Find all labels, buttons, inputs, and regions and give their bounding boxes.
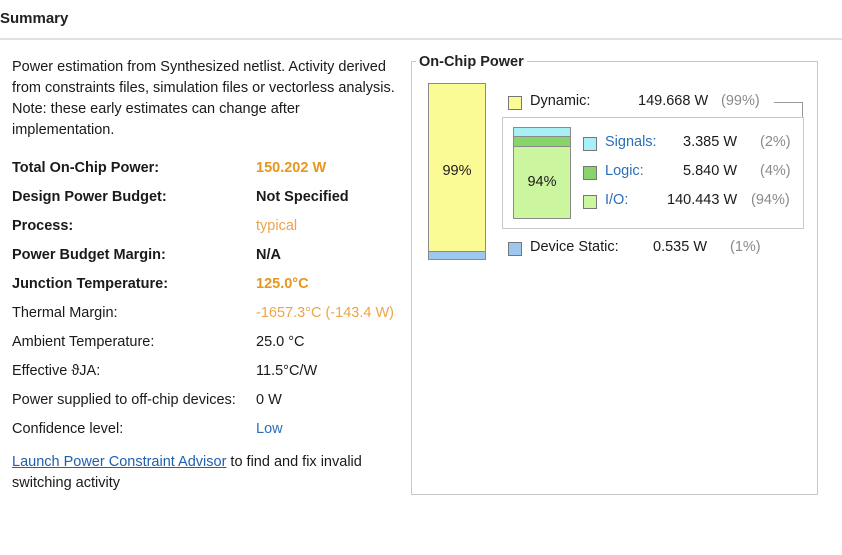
logic-swatch bbox=[583, 166, 597, 180]
launch-advisor-link[interactable]: Launch Power Constraint Advisor bbox=[12, 454, 226, 470]
row-label: Ambient Temperature: bbox=[12, 334, 155, 350]
logic-value: 5.840 W bbox=[683, 163, 737, 179]
static-power-bar bbox=[428, 251, 486, 260]
device-static-value: 0.535 W bbox=[653, 239, 707, 255]
row-label: Power supplied to off-chip devices: bbox=[12, 392, 236, 408]
io-value: 140.443 W bbox=[667, 192, 738, 208]
logic-segment bbox=[514, 137, 570, 147]
signals-value: 3.385 W bbox=[683, 134, 737, 150]
row-label: Confidence level: bbox=[12, 421, 124, 437]
io-pct: (94%) bbox=[751, 192, 790, 208]
logic-pct: (4%) bbox=[760, 163, 791, 179]
legend-logic[interactable]: Logic: 5.840 W (4%) bbox=[583, 163, 798, 183]
intro-text: Power estimation from Synthesized netlis… bbox=[12, 59, 395, 138]
dynamic-breakdown-bar: 94% bbox=[513, 127, 571, 219]
signals-swatch bbox=[583, 137, 597, 151]
confidence-level-link[interactable]: Low bbox=[256, 421, 283, 437]
dynamic-power-bar: 99% bbox=[428, 83, 486, 260]
dynamic-swatch bbox=[508, 96, 522, 110]
on-chip-power-panel: On-Chip Power 99% Dynamic: 149.668 W (99… bbox=[411, 54, 818, 495]
row-label: Effective ϑJA: bbox=[12, 363, 101, 379]
row-label: Design Power Budget: bbox=[12, 189, 167, 205]
total-power-value: 150.202 W bbox=[256, 160, 327, 176]
legend-signals[interactable]: Signals: 3.385 W (2%) bbox=[583, 134, 798, 154]
advisor-text: Launch Power Constraint Advisor to find … bbox=[12, 452, 372, 494]
on-chip-power-title: On-Chip Power bbox=[416, 54, 527, 70]
row-label: Total On-Chip Power: bbox=[12, 160, 160, 176]
device-static-swatch bbox=[508, 242, 522, 256]
device-static-pct: (1%) bbox=[730, 239, 761, 255]
io-label[interactable]: I/O: bbox=[605, 192, 628, 208]
summary-title: Summary bbox=[0, 10, 69, 27]
inner-bar-percent: 94% bbox=[527, 174, 557, 190]
io-swatch bbox=[583, 195, 597, 209]
row-label: Junction Temperature: bbox=[12, 276, 169, 292]
process-value: typical bbox=[256, 218, 298, 234]
dynamic-pct: (99%) bbox=[721, 93, 760, 109]
effective-theta-value: 11.5°C/W bbox=[256, 363, 318, 379]
row-label: Power Budget Margin: bbox=[12, 247, 166, 263]
logic-label[interactable]: Logic: bbox=[605, 163, 644, 179]
dynamic-label: Dynamic: bbox=[530, 93, 591, 109]
summary-header: Summary bbox=[0, 0, 842, 40]
connector-line bbox=[774, 102, 802, 103]
main-bar-percent: 99% bbox=[442, 163, 472, 179]
dynamic-value: 149.668 W bbox=[638, 93, 709, 109]
dynamic-breakdown-box: 94% Signals: 3.385 W (2%) Logic: 5.840 W… bbox=[502, 117, 804, 229]
ambient-temp-value: 25.0 °C bbox=[256, 334, 305, 350]
signals-pct: (2%) bbox=[760, 134, 791, 150]
row-label: Thermal Margin: bbox=[12, 305, 118, 321]
off-chip-value: 0 W bbox=[256, 392, 282, 408]
legend-device-static: Device Static: 0.535 W (1%) bbox=[508, 239, 808, 259]
device-static-label: Device Static: bbox=[530, 239, 619, 255]
legend-io[interactable]: I/O: 140.443 W (94%) bbox=[583, 192, 798, 212]
row-label: Process: bbox=[12, 218, 74, 234]
legend-dynamic: Dynamic: 149.668 W (99%) bbox=[508, 93, 808, 113]
junction-temp-value: 125.0°C bbox=[256, 276, 309, 292]
signals-label[interactable]: Signals: bbox=[605, 134, 657, 150]
budget-value: Not Specified bbox=[256, 189, 349, 205]
thermal-margin-value: -1657.3°C (-143.4 W) bbox=[256, 305, 394, 321]
budget-margin-value: N/A bbox=[256, 247, 281, 263]
connector-line bbox=[802, 102, 803, 117]
signals-segment bbox=[514, 128, 570, 137]
